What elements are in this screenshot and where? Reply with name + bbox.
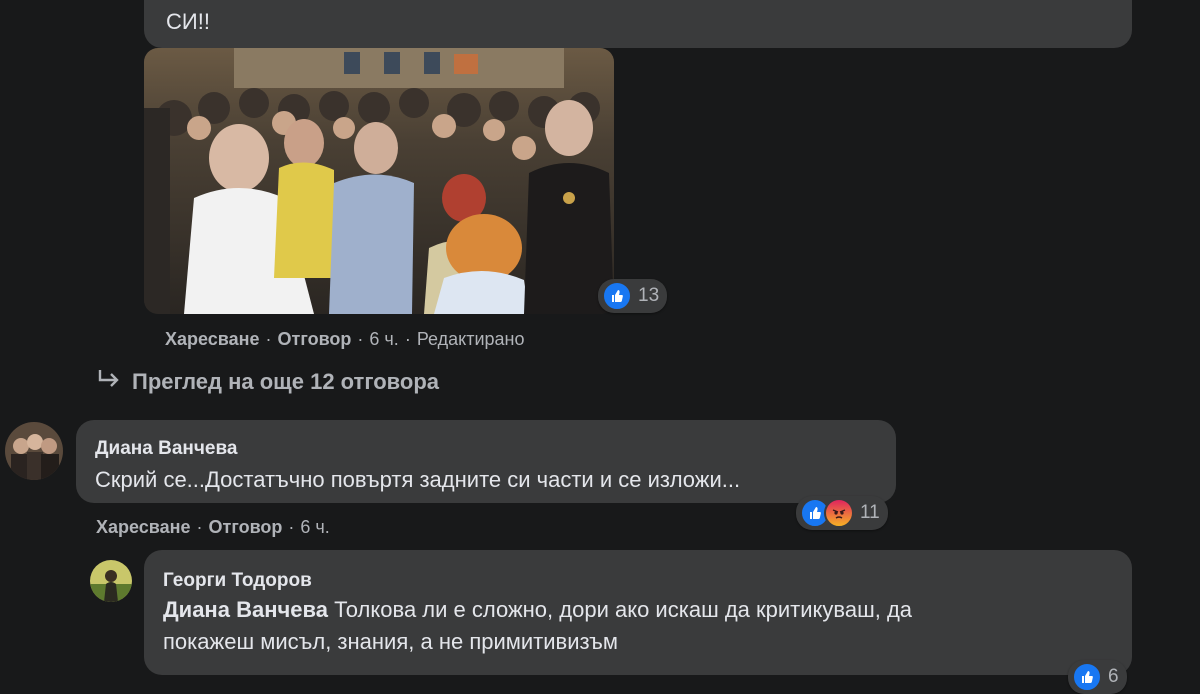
comment-timestamp[interactable]: 6 ч. (300, 517, 329, 537)
crowd-photo-image (144, 48, 614, 314)
like-action-link[interactable]: Харесване (165, 329, 260, 349)
edited-label: Редактирано (416, 329, 525, 349)
comment-author[interactable]: Георги Тодоров (163, 570, 312, 592)
reaction-count: 6 (1108, 666, 1119, 687)
comment-timestamp[interactable]: 6 ч. (369, 329, 398, 349)
comment-text: Скрий се...Достатъчно повъртя задните си… (95, 467, 741, 492)
angry-icon (824, 498, 854, 528)
reaction-summary[interactable]: 6 (1068, 660, 1127, 694)
reply-action-link[interactable]: Отговор (278, 329, 352, 349)
comment-text: СИ!! (166, 9, 210, 34)
like-icon (1072, 662, 1102, 692)
comment-bubble: Диана Ванчева Скрий се...Достатъчно повъ… (76, 420, 896, 503)
comment-photo[interactable] (144, 48, 614, 314)
comment-text: Диана Ванчева Толкова ли е сложно, дори … (163, 594, 1113, 658)
comment-bubble: Георги Тодоров Диана Ванчева Толкова ли … (144, 550, 1132, 675)
view-more-replies-link[interactable]: Преглед на още 12 отговора (96, 368, 439, 396)
avatar[interactable] (90, 560, 132, 602)
avatar[interactable] (5, 422, 63, 480)
mention-link[interactable]: Диана Ванчева (163, 597, 328, 622)
reaction-count: 11 (860, 502, 880, 523)
like-icon (602, 281, 632, 311)
comment-actions: Харесване · Отговор · 6 ч. · Редактирано (165, 329, 525, 349)
reaction-count: 13 (638, 285, 660, 306)
comment-text-line: Толкова ли е сложно, дори ако искаш да к… (327, 597, 913, 622)
reply-action-link[interactable]: Отговор (209, 517, 283, 537)
reaction-summary[interactable]: 13 (598, 279, 668, 313)
comment-text-line: покажеш мисъл, знания, а не примитивизъм (163, 629, 618, 654)
comment-actions: Харесване · Отговор · 6 ч. (96, 517, 330, 537)
like-action-link[interactable]: Харесване (96, 517, 191, 537)
comment-author[interactable]: Диана Ванчева (95, 438, 237, 460)
comment-bubble: СИ!! (144, 0, 1132, 48)
reaction-summary[interactable]: 11 (796, 496, 888, 530)
reply-arrow-icon (96, 368, 122, 396)
view-more-replies-label: Преглед на още 12 отговора (132, 369, 439, 394)
